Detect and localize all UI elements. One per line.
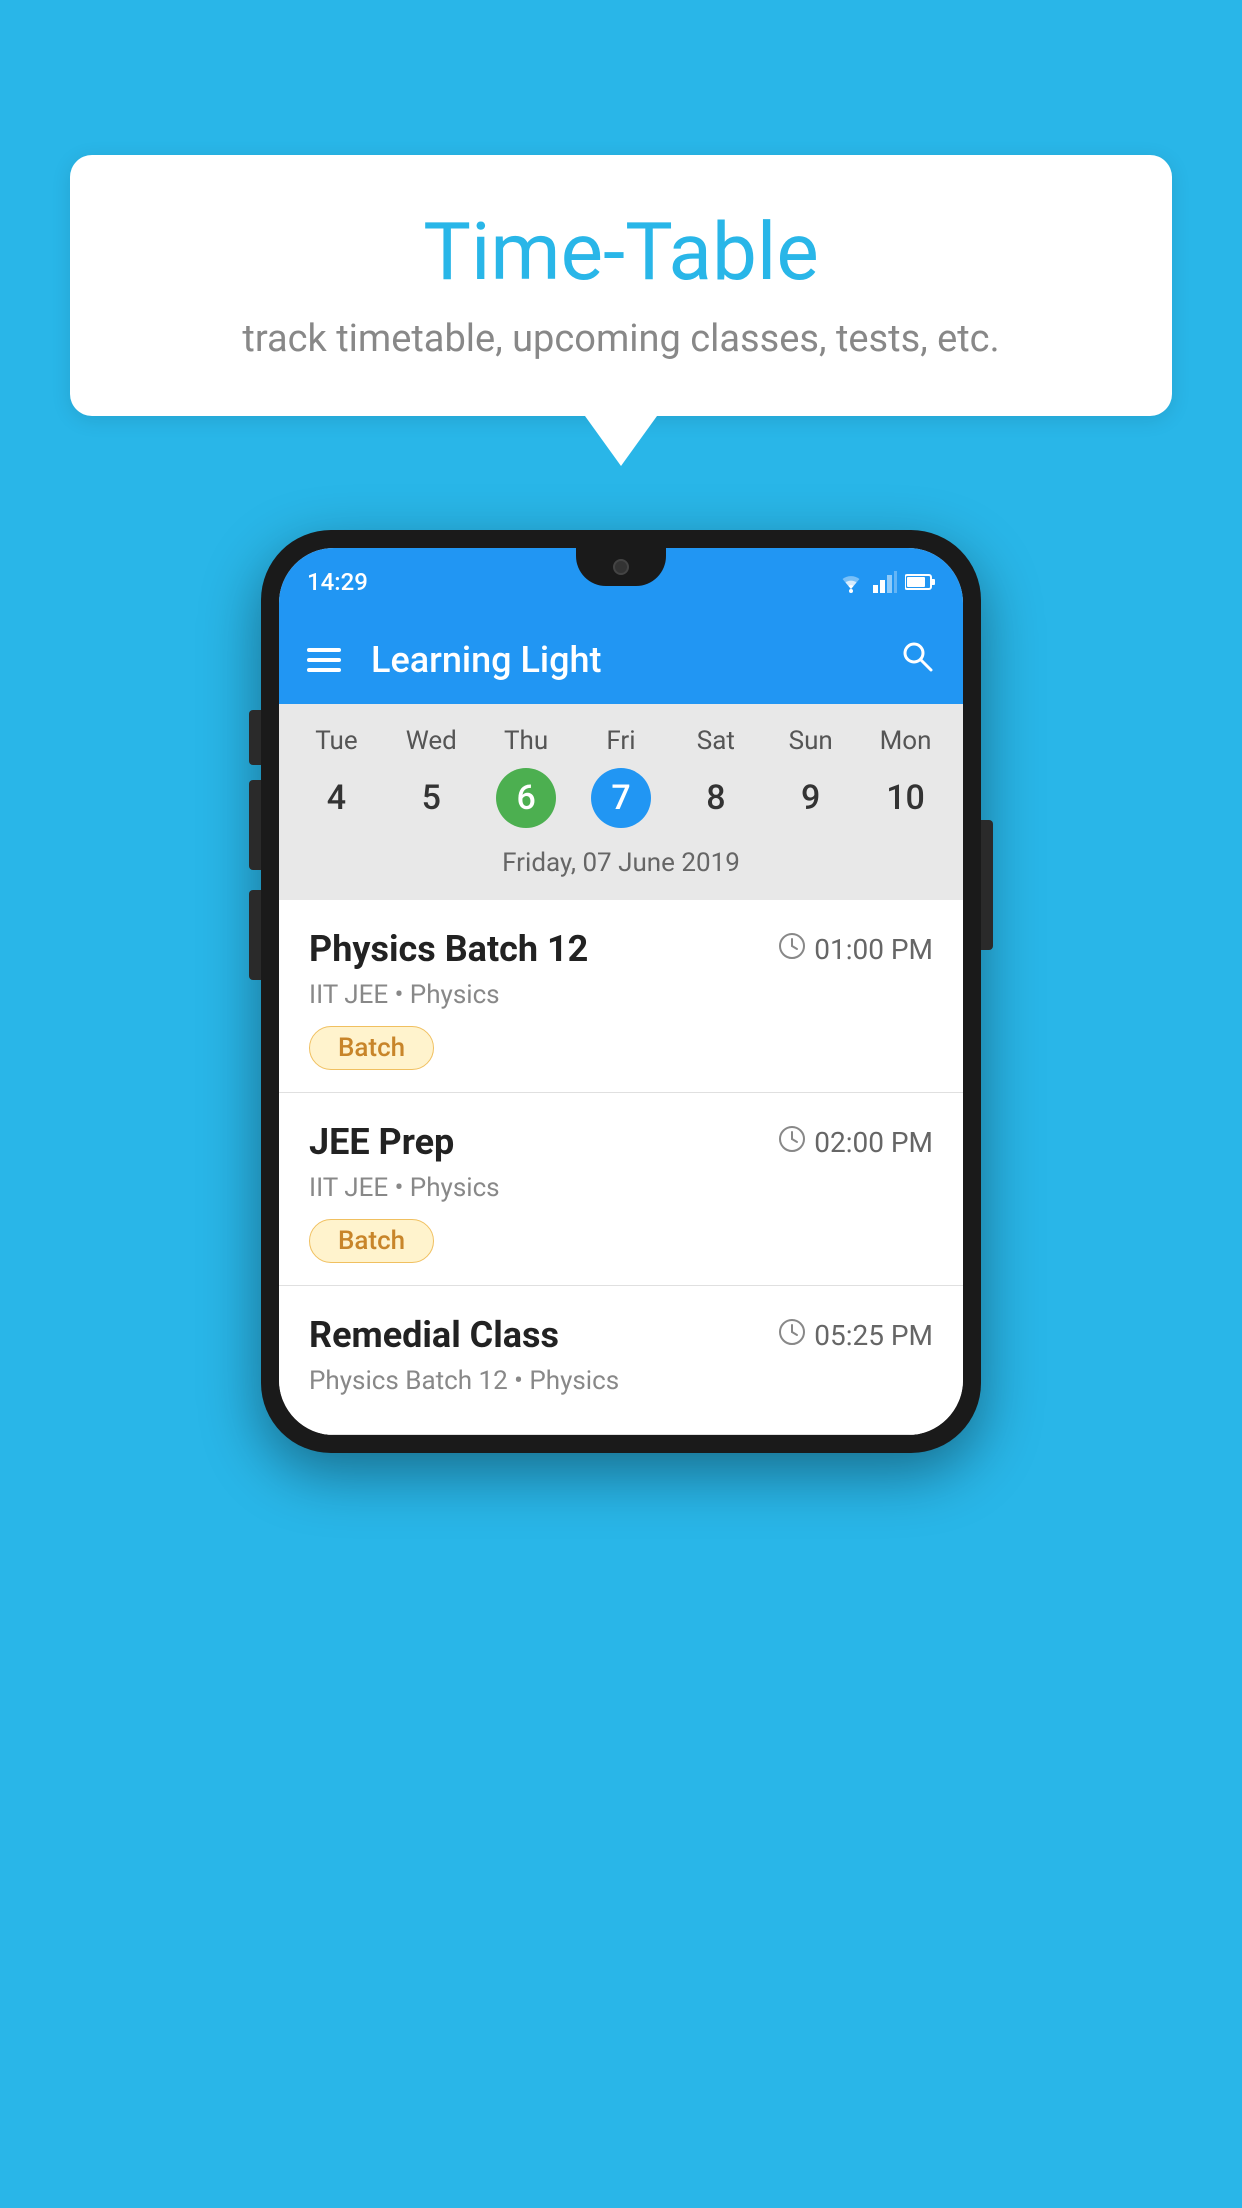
day-label-mon: Mon — [858, 722, 953, 760]
day-label-fri: Fri — [574, 722, 669, 760]
calendar-day-9[interactable]: 9 — [763, 770, 858, 826]
class-list: Physics Batch 12 01:00 PM — [279, 900, 963, 1435]
app-bar: Learning Light — [279, 616, 963, 704]
camera-button[interactable] — [249, 890, 261, 980]
calendar-day-10[interactable]: 10 — [858, 770, 953, 826]
phone-mockup: 14:29 — [261, 530, 981, 1453]
class-time-text-2: 02:00 PM — [814, 1126, 933, 1159]
calendar-day-numbers: 4 5 6 7 8 9 10 — [279, 760, 963, 842]
calendar-day-6-today[interactable]: 6 — [496, 768, 556, 828]
clock-icon-3 — [778, 1318, 806, 1353]
class-item-jee-prep[interactable]: JEE Prep 02:00 PM — [279, 1093, 963, 1286]
status-time: 14:29 — [307, 568, 368, 596]
speech-bubble-arrow — [585, 416, 657, 466]
class-item-header-1: Physics Batch 12 01:00 PM — [309, 928, 933, 970]
volume-up-button[interactable] — [249, 710, 261, 765]
day-label-thu: Thu — [479, 722, 574, 760]
volume-down-button[interactable] — [249, 780, 261, 870]
day-label-tue: Tue — [289, 722, 384, 760]
hamburger-menu-button[interactable] — [307, 648, 341, 672]
speech-bubble-subtitle: track timetable, upcoming classes, tests… — [130, 317, 1112, 361]
signal-icon — [873, 571, 897, 593]
phone-outer-shell: 14:29 — [261, 530, 981, 1453]
selected-date-label: Friday, 07 June 2019 — [279, 842, 963, 892]
calendar-day-8[interactable]: 8 — [668, 770, 763, 826]
day-label-sat: Sat — [668, 722, 763, 760]
phone-screen: 14:29 — [279, 548, 963, 1435]
class-meta-3: Physics Batch 12 • Physics — [309, 1366, 933, 1396]
batch-badge-2: Batch — [309, 1219, 434, 1263]
status-bar: 14:29 — [279, 548, 963, 616]
front-camera — [613, 559, 629, 575]
class-item-remedial[interactable]: Remedial Class 05:25 PM — [279, 1286, 963, 1435]
search-button[interactable] — [899, 638, 935, 683]
calendar-section: Tue Wed Thu Fri Sat Sun Mon 4 5 6 7 8 9 … — [279, 704, 963, 900]
clock-icon-2 — [778, 1125, 806, 1160]
app-bar-title: Learning Light — [371, 639, 899, 681]
hamburger-line-3 — [307, 668, 341, 672]
calendar-day-7-selected[interactable]: 7 — [591, 768, 651, 828]
class-meta-2: IIT JEE • Physics — [309, 1173, 933, 1203]
day-label-sun: Sun — [763, 722, 858, 760]
class-name-2: JEE Prep — [309, 1121, 454, 1163]
class-item-header-3: Remedial Class 05:25 PM — [309, 1314, 933, 1356]
class-item-physics-batch-12[interactable]: Physics Batch 12 01:00 PM — [279, 900, 963, 1093]
calendar-day-labels: Tue Wed Thu Fri Sat Sun Mon — [279, 722, 963, 760]
calendar-day-5[interactable]: 5 — [384, 770, 479, 826]
hamburger-line-1 — [307, 648, 341, 652]
wifi-icon — [837, 571, 865, 593]
speech-bubble-card: Time-Table track timetable, upcoming cla… — [70, 155, 1172, 416]
day-label-wed: Wed — [384, 722, 479, 760]
class-meta-1: IIT JEE • Physics — [309, 980, 933, 1010]
speech-bubble-section: Time-Table track timetable, upcoming cla… — [70, 155, 1172, 466]
clock-icon-1 — [778, 932, 806, 967]
class-item-header-2: JEE Prep 02:00 PM — [309, 1121, 933, 1163]
speech-bubble-title: Time-Table — [130, 205, 1112, 299]
batch-badge-1: Batch — [309, 1026, 434, 1070]
class-time-1: 01:00 PM — [778, 932, 933, 967]
class-time-text-1: 01:00 PM — [814, 933, 933, 966]
calendar-day-4[interactable]: 4 — [289, 770, 384, 826]
battery-icon — [905, 573, 935, 591]
class-name-1: Physics Batch 12 — [309, 928, 588, 970]
status-icons — [837, 571, 935, 593]
hamburger-line-2 — [307, 658, 341, 662]
power-button[interactable] — [981, 820, 993, 950]
class-time-2: 02:00 PM — [778, 1125, 933, 1160]
class-time-3: 05:25 PM — [778, 1318, 933, 1353]
class-name-3: Remedial Class — [309, 1314, 559, 1356]
class-time-text-3: 05:25 PM — [814, 1319, 933, 1352]
notch — [576, 548, 666, 586]
